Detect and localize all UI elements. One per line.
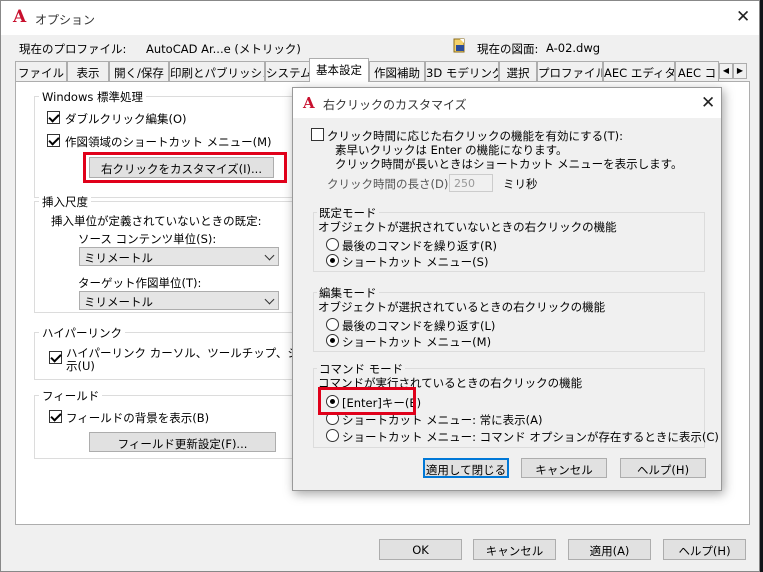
source-units-select[interactable]: ミリメートル (79, 247, 279, 266)
double-click-edit-label: ダブルクリック編集(O) (65, 112, 187, 126)
tab-aec-content[interactable]: AEC コ (675, 61, 719, 81)
group-title: Windows 標準処理 (39, 89, 146, 105)
edit-shortcut-label: ショートカット メニュー(M) (342, 335, 492, 349)
duration-input[interactable]: 250 (449, 174, 493, 192)
title-bar: A 右クリックのカスタマイズ ✕ (293, 88, 721, 118)
current-drawing-value: A-02.dwg (546, 41, 601, 55)
group-title: ハイパーリンク (39, 325, 126, 341)
double-click-edit-checkbox[interactable] (47, 111, 60, 124)
group-title: フィールド (39, 388, 103, 404)
tab-user-preferences[interactable]: 基本設定 (309, 58, 369, 82)
duration-unit: ミリ秒 (503, 177, 538, 191)
edit-shortcut-radio[interactable] (326, 334, 339, 347)
tab-profiles[interactable]: プロファイル (537, 61, 603, 81)
autocad-logo-icon: A (303, 94, 315, 112)
current-profile-value: AutoCAD Ar...e (メトリック) (146, 42, 301, 56)
tab-3d-modeling[interactable]: 3D モデリング (425, 61, 499, 81)
tab-scroll-left-icon[interactable]: ◀ (719, 63, 733, 79)
default-mode-group: 既定モード オブジェクトが選択されていないときの右クリックの機能 最後のコマンド… (313, 205, 705, 272)
command-mode-desc: コマンドが実行されているときの右クリックの機能 (318, 376, 583, 390)
edit-repeat-label: 最後のコマンドを繰り返す(L) (342, 319, 496, 333)
hyperlink-label-line2: 示(U) (66, 359, 95, 373)
apply-and-close-button[interactable]: 適用して閉じる (423, 458, 509, 478)
windows-standard-group: Windows 標準処理 ダブルクリック編集(O) 作図領域のショートカット メ… (34, 89, 324, 198)
source-units-value: ミリメートル (84, 251, 153, 265)
command-shortcut-options-label: ショートカット メニュー: コマンド オプションが存在するときに表示(C) (342, 430, 719, 444)
tab-scroll-right-icon[interactable]: ▶ (733, 63, 747, 79)
source-units-label: ソース コンテンツ単位(S): (78, 232, 217, 246)
tab-system[interactable]: システム (265, 61, 311, 81)
default-repeat-label: 最後のコマンドを繰り返す(R) (342, 239, 497, 253)
time-sensitive-checkbox[interactable] (311, 128, 324, 141)
close-icon[interactable]: ✕ (701, 95, 715, 112)
command-enter-label: [Enter]キー(E) (342, 396, 422, 410)
command-mode-group: コマンド モード コマンドが実行されているときの右クリックの機能 [Enter]… (313, 361, 719, 448)
current-drawing-label: 現在の図面: (477, 42, 539, 56)
target-units-label: ターゲット作図単位(T): (78, 276, 202, 290)
tab-display[interactable]: 表示 (67, 61, 109, 81)
title-bar: A オプション ✕ (1, 1, 759, 35)
dialog-title: 右クリックのカスタマイズ (323, 98, 467, 112)
customize-right-click-button[interactable]: 右クリックをカスタマイズ(I)... (89, 157, 274, 178)
hyperlink-group: ハイパーリンク ハイパーリンク カーソル、ツールチップ、ショートカット 示(U) (34, 325, 324, 380)
cancel-button[interactable]: キャンセル (473, 539, 556, 560)
field-background-label: フィールドの背景を表示(B) (66, 411, 210, 425)
field-group: フィールド フィールドの背景を表示(B) フィールド更新設定(F)... (34, 388, 324, 459)
ok-button[interactable]: OK (379, 539, 462, 560)
edit-repeat-radio[interactable] (326, 318, 339, 331)
shortcut-menu-checkbox[interactable] (47, 134, 60, 147)
duration-value: 250 (454, 177, 475, 190)
chevron-down-icon (264, 294, 275, 305)
hyperlink-checkbox[interactable] (49, 351, 62, 364)
help-button[interactable]: ヘルプ(H) (663, 539, 746, 560)
edit-mode-group: 編集モード オブジェクトが選択されているときの右クリックの機能 最後のコマンドを… (313, 285, 705, 352)
time-sensitive-desc2: クリック時間が長いときはショートカット メニューを表示します。 (335, 157, 683, 171)
tab-files[interactable]: ファイル (15, 61, 67, 81)
shortcut-menu-label: 作図領域のショートカット メニュー(M) (65, 135, 272, 149)
close-icon[interactable]: ✕ (736, 9, 750, 26)
default-shortcut-label: ショートカット メニュー(S) (342, 255, 489, 269)
command-shortcut-options-radio[interactable] (326, 429, 339, 442)
command-shortcut-always-radio[interactable] (326, 412, 339, 425)
tab-selection[interactable]: 選択 (499, 61, 537, 81)
rc-help-button[interactable]: ヘルプ(H) (620, 458, 706, 478)
target-units-value: ミリメートル (84, 295, 153, 309)
tab-aec-editor[interactable]: AEC エディタ (603, 61, 675, 81)
default-repeat-radio[interactable] (326, 238, 339, 251)
tab-open-save[interactable]: 開く/保存 (109, 61, 169, 81)
command-shortcut-always-label: ショートカット メニュー: 常に表示(A) (342, 413, 543, 427)
autocad-logo-icon: A (13, 7, 27, 27)
chevron-down-icon (264, 250, 275, 261)
rc-cancel-button[interactable]: キャンセル (521, 458, 607, 478)
insert-units-desc: 挿入単位が定義されていないときの既定: (51, 214, 262, 228)
target-units-select[interactable]: ミリメートル (79, 291, 279, 310)
apply-button[interactable]: 適用(A) (568, 539, 651, 560)
field-update-settings-button[interactable]: フィールド更新設定(F)... (89, 432, 276, 452)
tab-plot-publish[interactable]: 印刷とパブリッシュ (169, 61, 265, 81)
dialog-title: オプション (35, 13, 96, 27)
field-background-checkbox[interactable] (49, 410, 62, 423)
insert-scale-group: 挿入尺度 挿入単位が定義されていないときの既定: ソース コンテンツ単位(S):… (34, 194, 324, 313)
right-click-customization-dialog: A 右クリックのカスタマイズ ✕ クリック時間に応じた右クリックの機能を有効にす… (292, 87, 722, 491)
duration-label: クリック時間の長さ(D): (327, 177, 453, 191)
hyperlink-label-line1: ハイパーリンク カーソル、ツールチップ、ショートカット (66, 346, 298, 360)
default-shortcut-radio[interactable] (326, 254, 339, 267)
edit-mode-desc: オブジェクトが選択されているときの右クリックの機能 (318, 300, 606, 314)
command-enter-radio[interactable] (326, 395, 339, 408)
drawing-file-icon (452, 38, 467, 53)
group-title: 挿入尺度 (39, 194, 91, 210)
current-profile-label: 現在のプロファイル: (19, 42, 127, 56)
tab-drafting[interactable]: 作図補助 (369, 61, 425, 81)
default-mode-desc: オブジェクトが選択されていないときの右クリックの機能 (318, 220, 617, 234)
